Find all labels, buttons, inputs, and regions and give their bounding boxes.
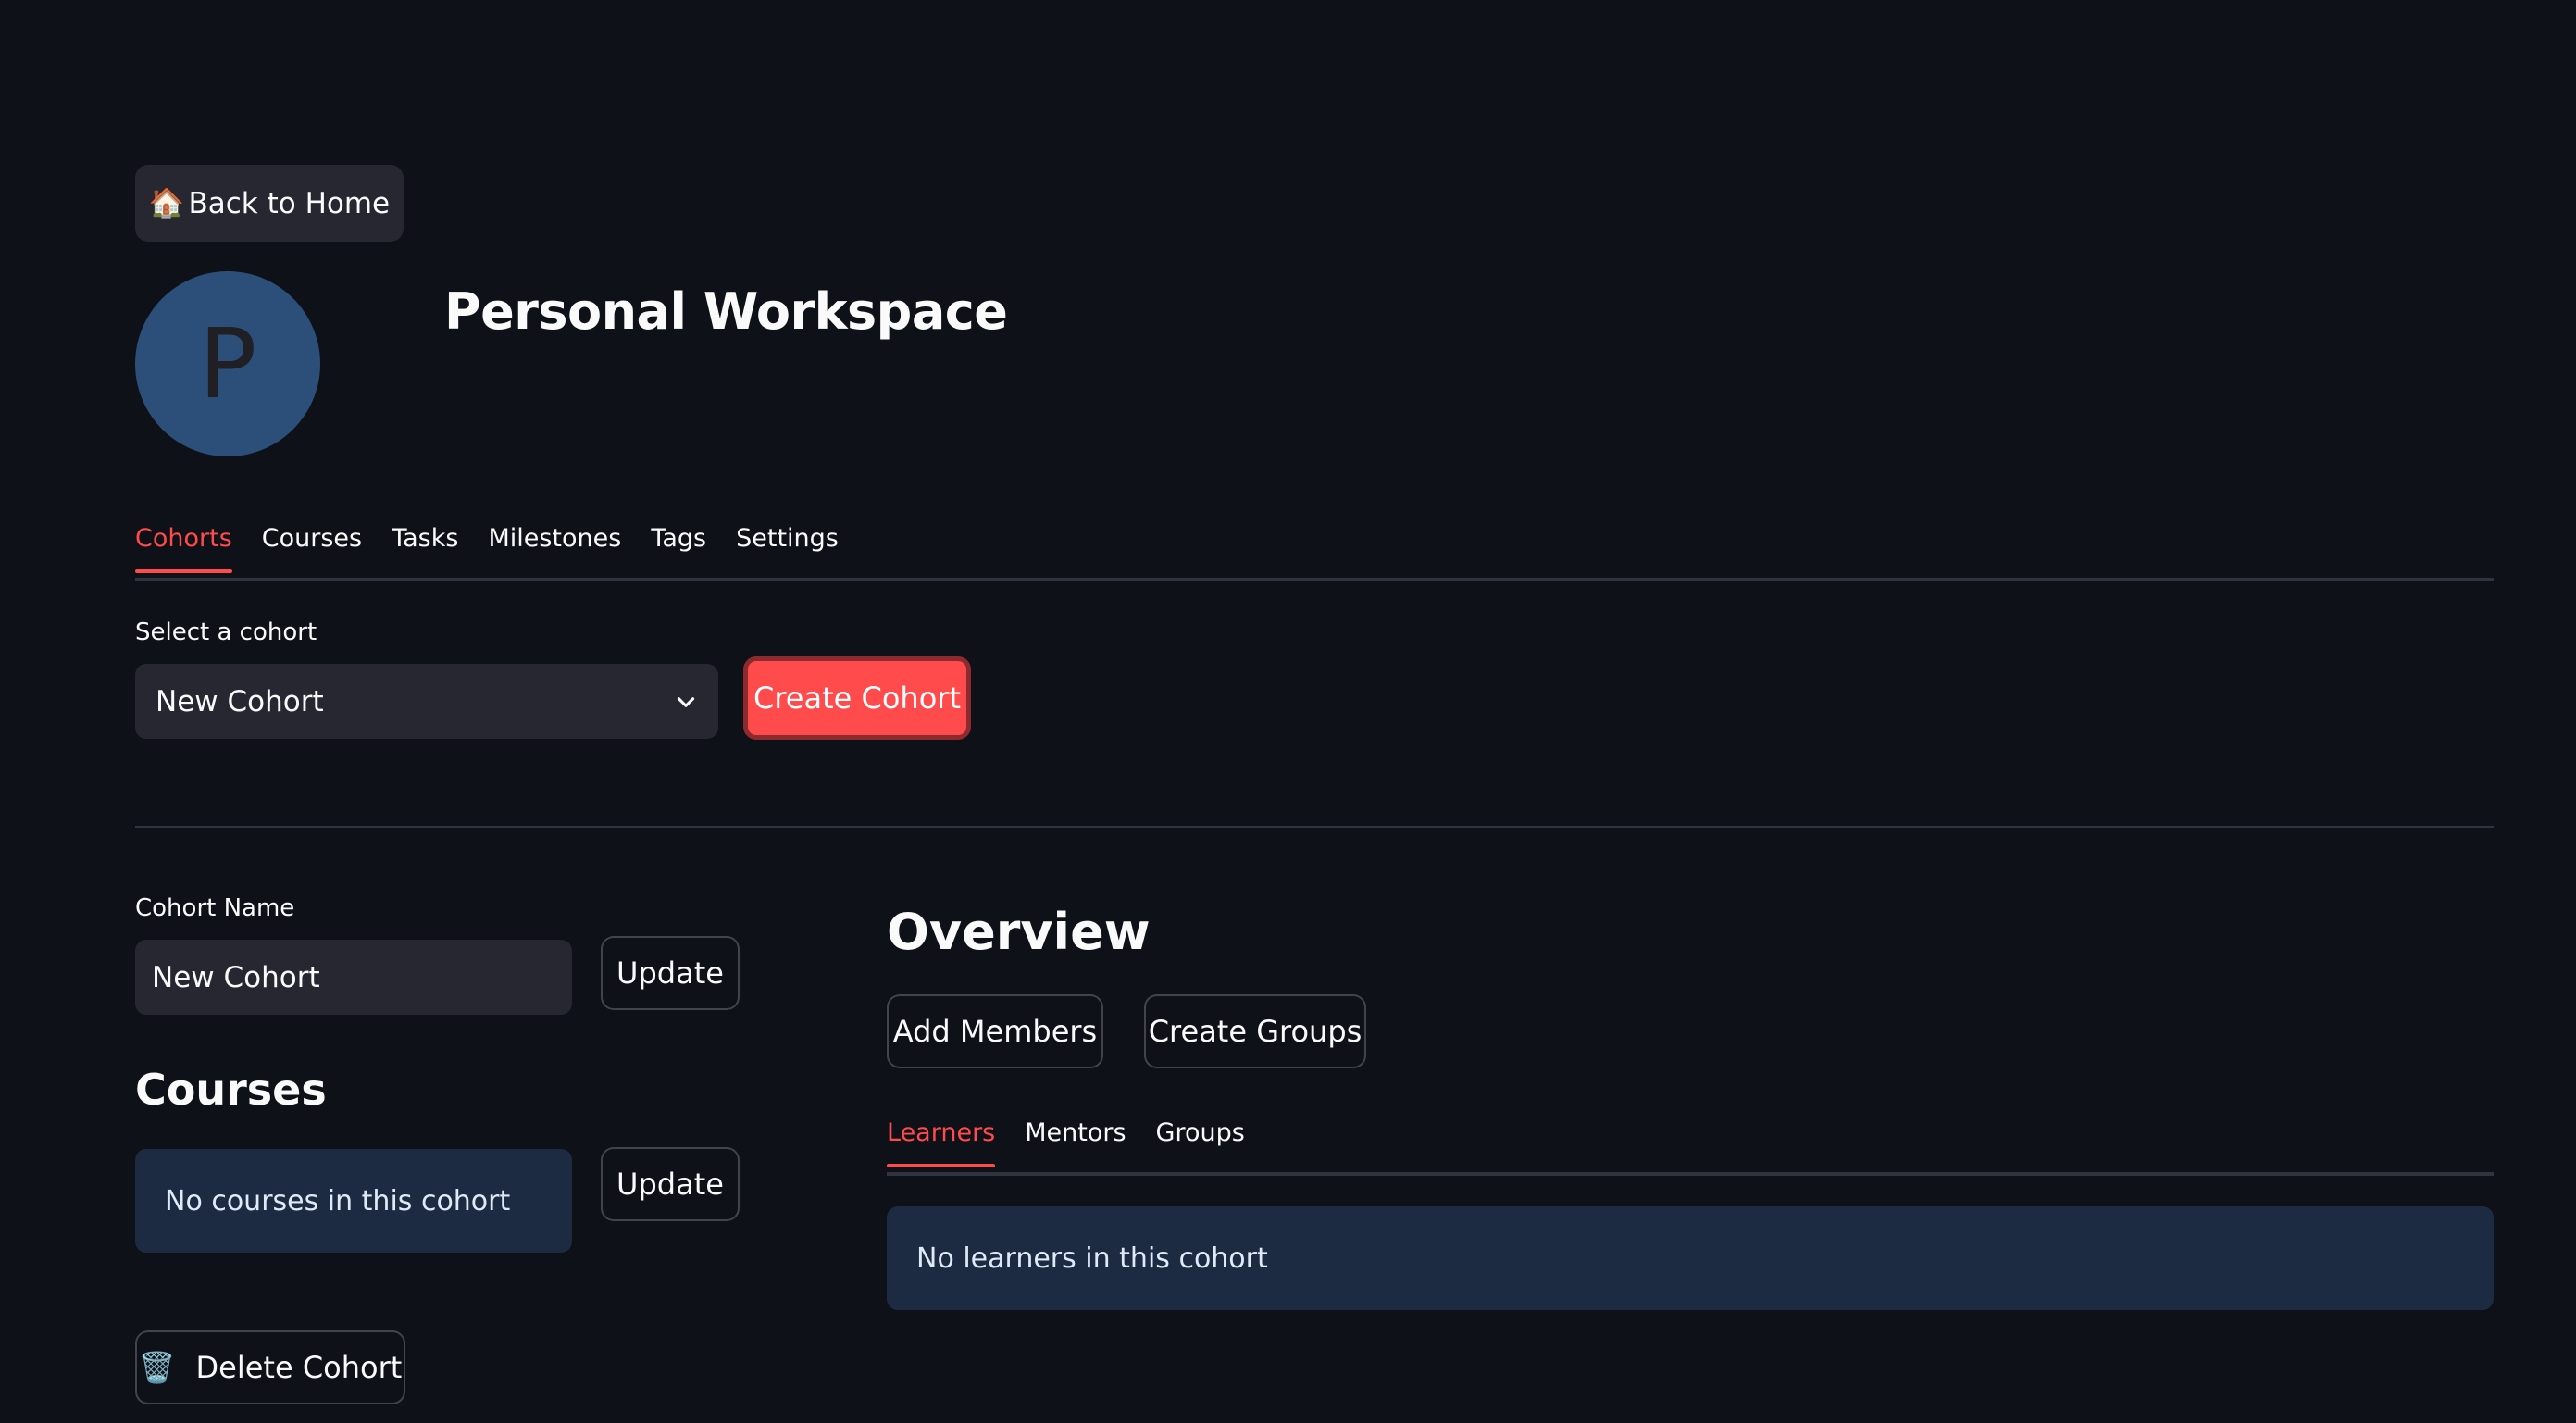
learners-empty-message: No learners in this cohort	[887, 1206, 2494, 1310]
page: 🏠 Back to Home P Personal Workspace Coho…	[0, 0, 2576, 1423]
tab-milestones[interactable]: Milestones	[488, 524, 621, 573]
members-tabs-divider	[887, 1172, 2494, 1176]
back-to-home-label: Back to Home	[188, 186, 391, 220]
delete-cohort-button[interactable]: 🗑️ Delete Cohort	[135, 1330, 405, 1404]
chevron-down-icon	[674, 690, 698, 714]
overview-heading: Overview	[887, 903, 1151, 961]
tab-mentors[interactable]: Mentors	[1025, 1118, 1126, 1167]
add-members-button[interactable]: Add Members	[887, 994, 1103, 1068]
home-icon: 🏠	[148, 187, 185, 220]
cohort-name-input[interactable]: New Cohort	[135, 940, 572, 1015]
create-cohort-button[interactable]: Create Cohort	[743, 656, 971, 740]
update-courses-button[interactable]: Update	[601, 1147, 740, 1221]
main-tabs: Cohorts Courses Tasks Milestones Tags Se…	[135, 524, 839, 573]
courses-empty-message: No courses in this cohort	[135, 1149, 572, 1253]
tab-tags[interactable]: Tags	[651, 524, 706, 573]
cohort-name-label: Cohort Name	[135, 894, 295, 922]
members-tabs: Learners Mentors Groups	[887, 1118, 1245, 1167]
back-to-home-button[interactable]: 🏠 Back to Home	[135, 165, 404, 242]
tab-cohorts[interactable]: Cohorts	[135, 524, 232, 573]
courses-heading: Courses	[135, 1065, 327, 1115]
delete-cohort-label: Delete Cohort	[195, 1350, 403, 1385]
create-groups-button[interactable]: Create Groups	[1144, 994, 1366, 1068]
select-cohort-label: Select a cohort	[135, 618, 317, 646]
avatar-letter: P	[198, 307, 257, 420]
cohort-select[interactable]: New Cohort	[135, 664, 718, 739]
tab-groups[interactable]: Groups	[1156, 1118, 1245, 1167]
avatar: P	[135, 271, 320, 456]
tab-learners[interactable]: Learners	[887, 1118, 996, 1167]
cohort-select-value: New Cohort	[156, 684, 324, 718]
tab-settings[interactable]: Settings	[736, 524, 839, 573]
section-divider	[135, 826, 2494, 828]
tabs-divider	[135, 578, 2494, 581]
tab-courses[interactable]: Courses	[262, 524, 362, 573]
page-title: Personal Workspace	[444, 282, 1008, 341]
update-cohort-name-button[interactable]: Update	[601, 936, 740, 1010]
tab-tasks[interactable]: Tasks	[392, 524, 458, 573]
trash-icon: 🗑️	[138, 1350, 176, 1385]
